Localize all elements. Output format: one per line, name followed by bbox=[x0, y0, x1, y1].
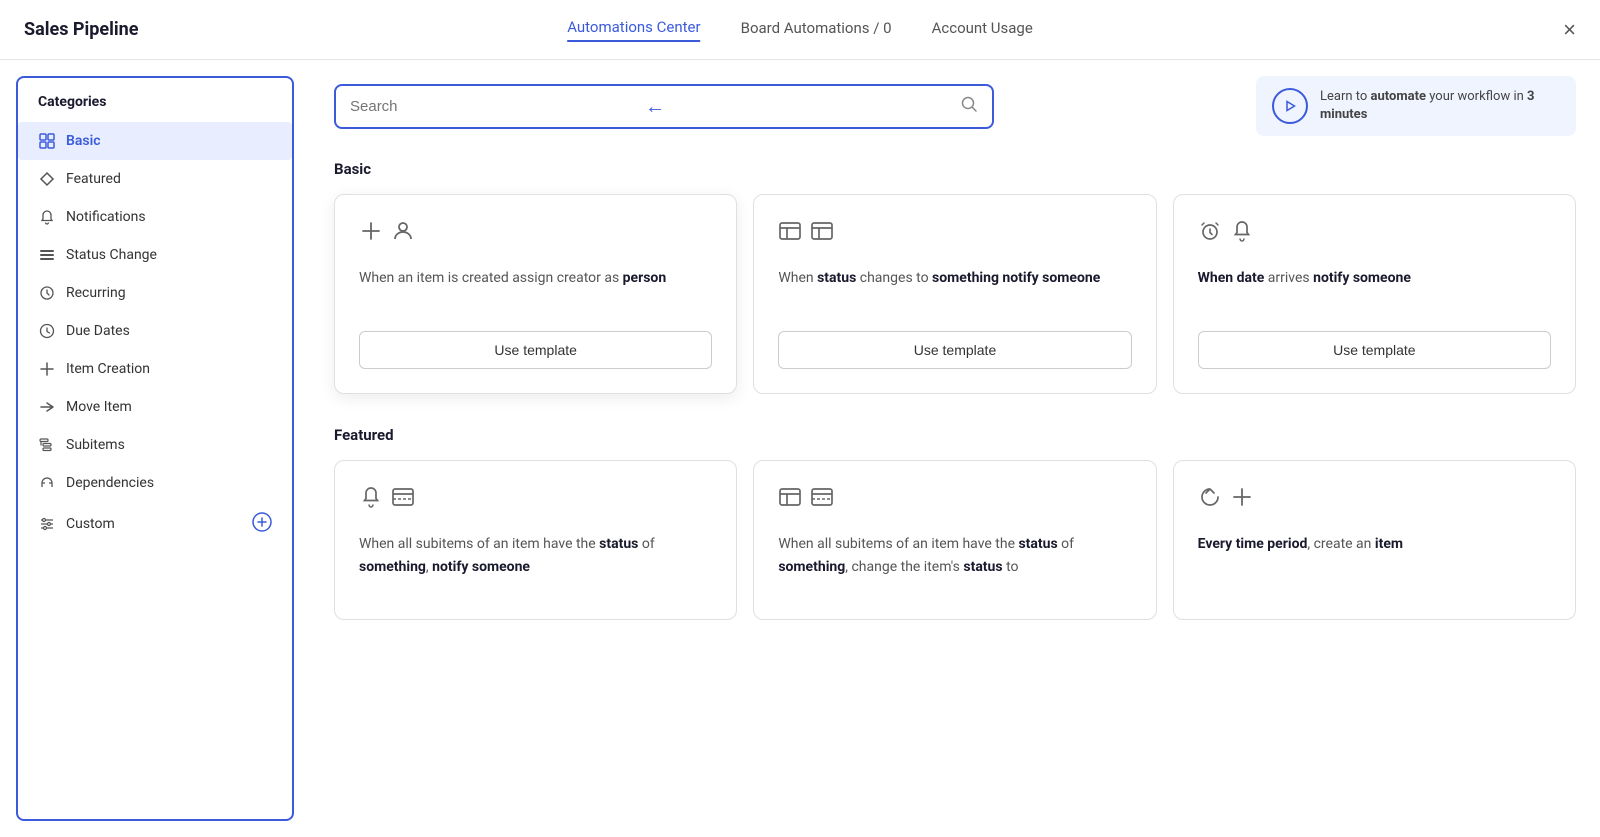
table-featured-icon1 bbox=[778, 485, 802, 513]
plus-icon-card bbox=[359, 219, 383, 247]
sidebar-item-custom[interactable]: Custom bbox=[18, 502, 292, 546]
sidebar-featured-label: Featured bbox=[66, 171, 272, 187]
sidebar-basic-label: Basic bbox=[66, 133, 272, 149]
play-button[interactable] bbox=[1272, 88, 1308, 124]
sidebar-status-change-label: Status Change bbox=[66, 247, 272, 263]
use-template-button-date[interactable]: Use template bbox=[1198, 331, 1551, 369]
categories-sidebar: Categories Basic Featured bbox=[16, 76, 294, 821]
table-icon-2 bbox=[810, 219, 834, 247]
search-input[interactable] bbox=[350, 98, 637, 115]
dependencies-icon bbox=[38, 474, 56, 492]
clock-icon bbox=[38, 322, 56, 340]
sliders-icon bbox=[38, 515, 56, 533]
sidebar-item-creation-label: Item Creation bbox=[66, 361, 272, 377]
card-icons-assign bbox=[359, 219, 712, 247]
plus-create-icon bbox=[1230, 485, 1254, 513]
sidebar-notifications-label: Notifications bbox=[66, 209, 272, 225]
card-desc-featured3: Every time period, create an item bbox=[1198, 533, 1551, 555]
card-desc-featured2: When all subitems of an item have the st… bbox=[778, 533, 1131, 578]
sidebar-item-featured[interactable]: Featured bbox=[18, 160, 292, 198]
bell-icon bbox=[38, 208, 56, 226]
search-bar[interactable]: ← bbox=[334, 84, 994, 129]
sidebar-recurring-label: Recurring bbox=[66, 285, 272, 301]
sidebar-item-notifications[interactable]: Notifications bbox=[18, 198, 292, 236]
card-icons-date bbox=[1198, 219, 1551, 247]
search-arrow-icon: ← bbox=[645, 94, 665, 119]
sidebar-title: Categories bbox=[18, 94, 292, 122]
card-icons-featured1 bbox=[359, 485, 712, 513]
card-desc-assign: When an item is created assign creator a… bbox=[359, 267, 712, 311]
app-title: Sales Pipeline bbox=[24, 19, 138, 40]
search-row: ← Learn to automate your workflow in 3 bbox=[334, 76, 1576, 136]
table-featured-icon2 bbox=[810, 485, 834, 513]
tab-account-usage[interactable]: Account Usage bbox=[932, 19, 1033, 41]
learn-text: Learn to automate your workflow in 3 min… bbox=[1320, 88, 1560, 124]
sidebar-item-due-dates[interactable]: Due Dates bbox=[18, 312, 292, 350]
featured-cards-grid: When all subitems of an item have the st… bbox=[334, 460, 1576, 620]
alarm-icon bbox=[1198, 219, 1222, 247]
table-subitems-icon bbox=[391, 485, 415, 513]
use-template-button-status[interactable]: Use template bbox=[778, 331, 1131, 369]
card-assign-creator: When an item is created assign creator a… bbox=[334, 194, 737, 394]
featured-section-title: Featured bbox=[334, 426, 1576, 444]
bell-featured-icon bbox=[359, 485, 383, 513]
sidebar-due-dates-label: Due Dates bbox=[66, 323, 272, 339]
card-date-notify: When date arrives notify someone Use tem… bbox=[1173, 194, 1576, 394]
subitems-icon bbox=[38, 436, 56, 454]
learn-banner: Learn to automate your workflow in 3 min… bbox=[1256, 76, 1576, 136]
sidebar-item-status-change[interactable]: Status Change bbox=[18, 236, 292, 274]
card-status-notify: When status changes to something notify … bbox=[753, 194, 1156, 394]
sidebar-item-dependencies[interactable]: Dependencies bbox=[18, 464, 292, 502]
basic-section-title: Basic bbox=[334, 160, 1576, 178]
card-desc-status: When status changes to something notify … bbox=[778, 267, 1131, 311]
grid-icon bbox=[38, 132, 56, 150]
sidebar-subitems-label: Subitems bbox=[66, 437, 272, 453]
tab-automations-center[interactable]: Automations Center bbox=[567, 18, 700, 42]
tab-board-automations[interactable]: Board Automations / 0 bbox=[741, 19, 892, 41]
card-time-period-create: Every time period, create an item bbox=[1173, 460, 1576, 620]
card-desc-featured1: When all subitems of an item have the st… bbox=[359, 533, 712, 578]
card-icons-status bbox=[778, 219, 1131, 247]
search-magnifier-icon bbox=[960, 95, 978, 118]
main-layout: Categories Basic Featured bbox=[0, 60, 1600, 837]
basic-cards-grid: When an item is created assign creator a… bbox=[334, 194, 1576, 394]
header: Sales Pipeline Automations Center Board … bbox=[0, 0, 1600, 60]
recurring-refresh-icon bbox=[1198, 485, 1222, 513]
card-subitem-status-change: When all subitems of an item have the st… bbox=[753, 460, 1156, 620]
person-icon-card bbox=[391, 219, 415, 247]
table-icon-1 bbox=[778, 219, 802, 247]
card-subitem-status-notify: When all subitems of an item have the st… bbox=[334, 460, 737, 620]
sidebar-custom-label: Custom bbox=[66, 516, 242, 532]
recurring-icon bbox=[38, 284, 56, 302]
sidebar-item-item-creation[interactable]: Item Creation bbox=[18, 350, 292, 388]
card-desc-date: When date arrives notify someone bbox=[1198, 267, 1551, 311]
list-icon bbox=[38, 246, 56, 264]
sidebar-dependencies-label: Dependencies bbox=[66, 475, 272, 491]
sidebar-item-move-item[interactable]: Move Item bbox=[18, 388, 292, 426]
sidebar-item-subitems[interactable]: Subitems bbox=[18, 426, 292, 464]
add-custom-button[interactable] bbox=[252, 512, 272, 536]
card-icons-featured3 bbox=[1198, 485, 1551, 513]
sidebar-item-basic[interactable]: Basic bbox=[18, 122, 292, 160]
sidebar-item-recurring[interactable]: Recurring bbox=[18, 274, 292, 312]
diamond-icon bbox=[38, 170, 56, 188]
plus-icon bbox=[38, 360, 56, 378]
header-tabs: Automations Center Board Automations / 0… bbox=[567, 18, 1033, 42]
content-area: ← Learn to automate your workflow in 3 bbox=[310, 60, 1600, 837]
card-icons-featured2 bbox=[778, 485, 1131, 513]
arrow-right-icon bbox=[38, 398, 56, 416]
sidebar-move-item-label: Move Item bbox=[66, 399, 272, 415]
use-template-button-assign[interactable]: Use template bbox=[359, 331, 712, 369]
bell-notify-icon bbox=[1230, 219, 1254, 247]
close-button[interactable]: × bbox=[1563, 17, 1576, 43]
